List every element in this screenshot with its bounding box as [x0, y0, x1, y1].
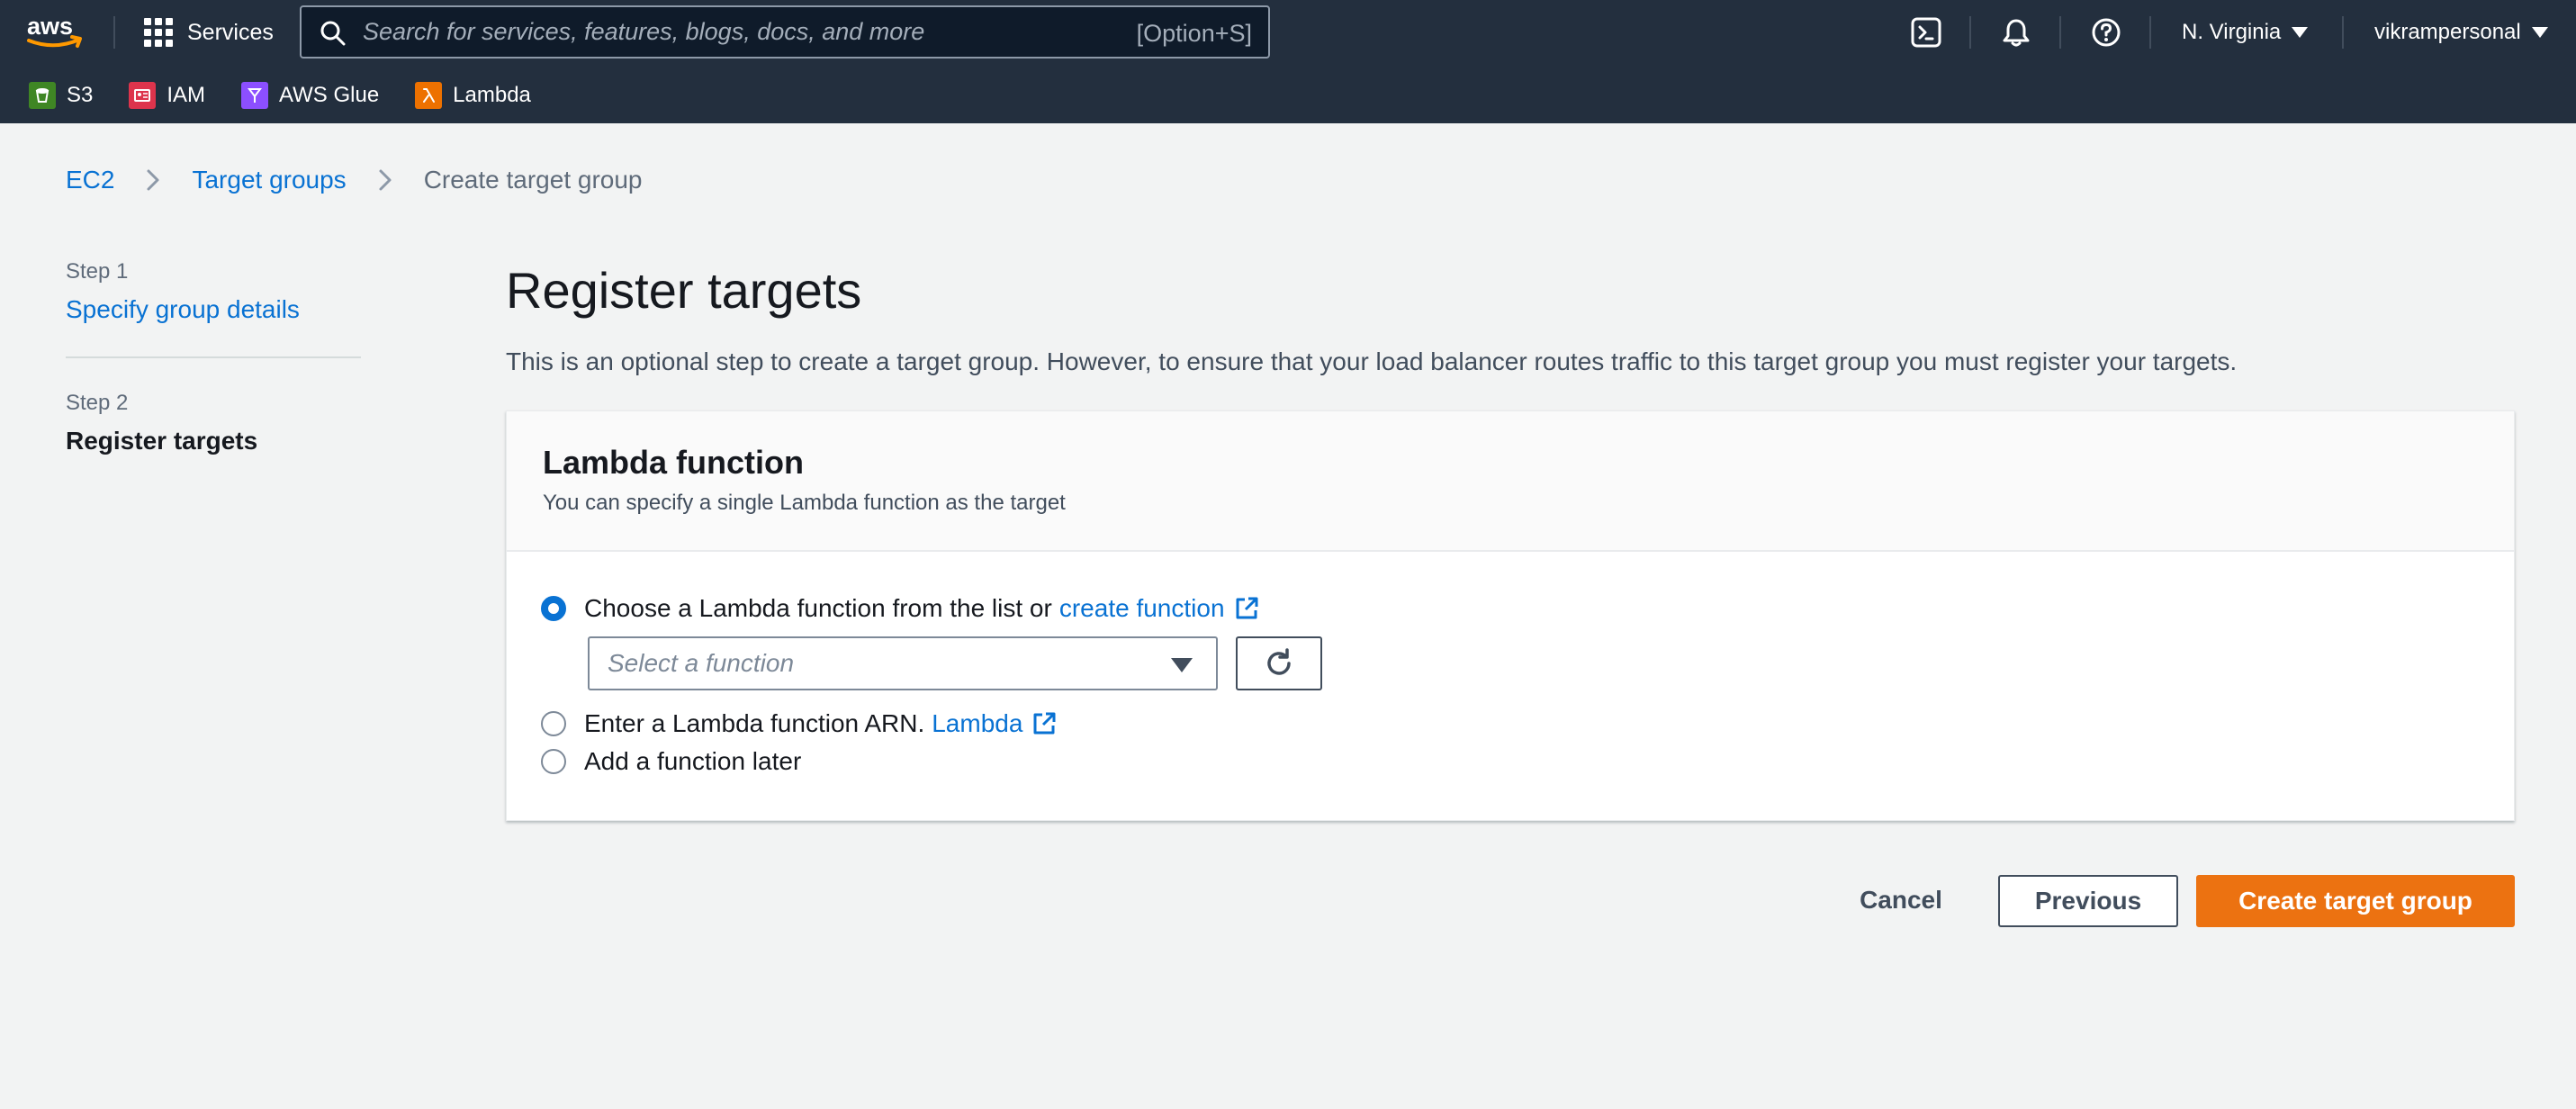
radio-add-later[interactable] [541, 749, 566, 774]
breadcrumb-ec2[interactable]: EC2 [66, 166, 114, 194]
favorite-lambda[interactable]: Lambda [415, 82, 531, 109]
favorites-bar: S3 IAM AWS Glue Lambda [0, 76, 567, 115]
search-shortcut-hint: [Option+S] [1136, 20, 1252, 47]
step-divider [66, 356, 361, 358]
favorite-s3[interactable]: S3 [29, 82, 93, 109]
notifications-button[interactable] [1998, 14, 2034, 50]
s3-icon [29, 82, 56, 109]
search-input[interactable] [363, 7, 1047, 57]
option-add-later-label: Add a function later [584, 747, 802, 775]
breadcrumb-target-groups[interactable]: Target groups [192, 166, 346, 194]
favorite-label: AWS Glue [279, 83, 380, 107]
cancel-button[interactable]: Cancel [1836, 873, 1966, 927]
glue-icon [241, 82, 269, 109]
caret-down-icon [1171, 658, 1193, 672]
aws-logo-text: aws [27, 13, 73, 40]
help-button[interactable] [2088, 14, 2124, 50]
lambda-function-panel: Lambda function You can specify a single… [506, 410, 2515, 821]
bell-icon [2003, 19, 2030, 47]
previous-button[interactable]: Previous [1998, 875, 2178, 927]
favorite-aws-glue[interactable]: AWS Glue [241, 82, 379, 109]
external-link-icon[interactable] [1031, 711, 1057, 736]
services-label: Services [187, 19, 274, 45]
services-menu-button[interactable]: Services [144, 14, 274, 50]
region-label: N. Virginia [2182, 20, 2282, 44]
cloudshell-button[interactable] [1908, 14, 1944, 50]
radio-enter-arn[interactable] [541, 711, 566, 736]
top-navigation: aws Services [Option+S] [0, 0, 2576, 123]
nav-divider [113, 16, 115, 49]
lambda-icon [415, 82, 443, 109]
radio-choose-from-list[interactable] [541, 596, 566, 621]
lambda-function-select[interactable]: Select a function [588, 636, 1218, 690]
nav-divider [2342, 16, 2344, 49]
option-choose-from-list: Choose a Lambda function from the list o… [541, 593, 1259, 624]
step-2-number: Step 2 [66, 391, 129, 415]
select-placeholder: Select a function [608, 649, 795, 677]
nav-divider [2149, 16, 2151, 49]
nav-divider [2059, 16, 2061, 49]
cloudshell-icon [1911, 17, 1941, 48]
favorite-label: S3 [67, 83, 94, 107]
page-description: This is an optional step to create a tar… [506, 347, 2238, 375]
option-choose-label: Choose a Lambda function from the list o… [584, 594, 1052, 622]
caret-down-icon [2531, 27, 2548, 38]
create-function-link[interactable]: create function [1059, 594, 1225, 623]
breadcrumb-current: Create target group [423, 166, 643, 194]
wizard-steps: Step 1 Specify group details Step 2 Regi… [66, 259, 361, 455]
grid-menu-icon [144, 18, 173, 47]
favorite-iam[interactable]: IAM [129, 82, 205, 109]
iam-icon [129, 82, 157, 109]
panel-subtitle: You can specify a single Lambda function… [543, 491, 1066, 515]
external-link-icon[interactable] [1234, 596, 1259, 621]
nav-divider [1969, 16, 1971, 49]
step-1-link[interactable]: Specify group details [66, 295, 361, 324]
favorite-label: Lambda [453, 83, 531, 107]
help-icon [2092, 18, 2121, 47]
refresh-button[interactable] [1236, 636, 1322, 690]
option-add-later: Add a function later [541, 746, 801, 777]
lambda-link[interactable]: Lambda [932, 709, 1022, 738]
refresh-icon [1267, 648, 1291, 675]
panel-title: Lambda function [543, 444, 804, 481]
caret-down-icon [2292, 27, 2309, 38]
aws-logo-icon[interactable]: aws [25, 11, 86, 52]
create-target-group-button[interactable]: Create target group [2196, 875, 2515, 927]
chevron-right-icon [372, 167, 399, 194]
page-title: Register targets [506, 262, 862, 319]
favorite-label: IAM [167, 83, 206, 107]
step-1-number: Step 1 [66, 259, 129, 284]
breadcrumb: EC2 Target groups Create target group [66, 162, 643, 198]
region-selector[interactable]: N. Virginia [2182, 18, 2309, 47]
step-2-current: Register targets [66, 427, 258, 455]
account-menu[interactable]: vikrampersonal [2374, 18, 2548, 47]
top-navigation-bar: aws Services [Option+S] [0, 0, 2576, 65]
chevron-right-icon [140, 167, 167, 194]
account-label: vikrampersonal [2374, 20, 2521, 44]
option-arn-label: Enter a Lambda function ARN. [584, 709, 925, 737]
panel-header: Lambda function You can specify a single… [507, 411, 2514, 552]
search-box[interactable]: [Option+S] [300, 5, 1270, 59]
option-enter-arn: Enter a Lambda function ARN. Lambda [541, 708, 1057, 739]
search-icon [320, 21, 346, 46]
